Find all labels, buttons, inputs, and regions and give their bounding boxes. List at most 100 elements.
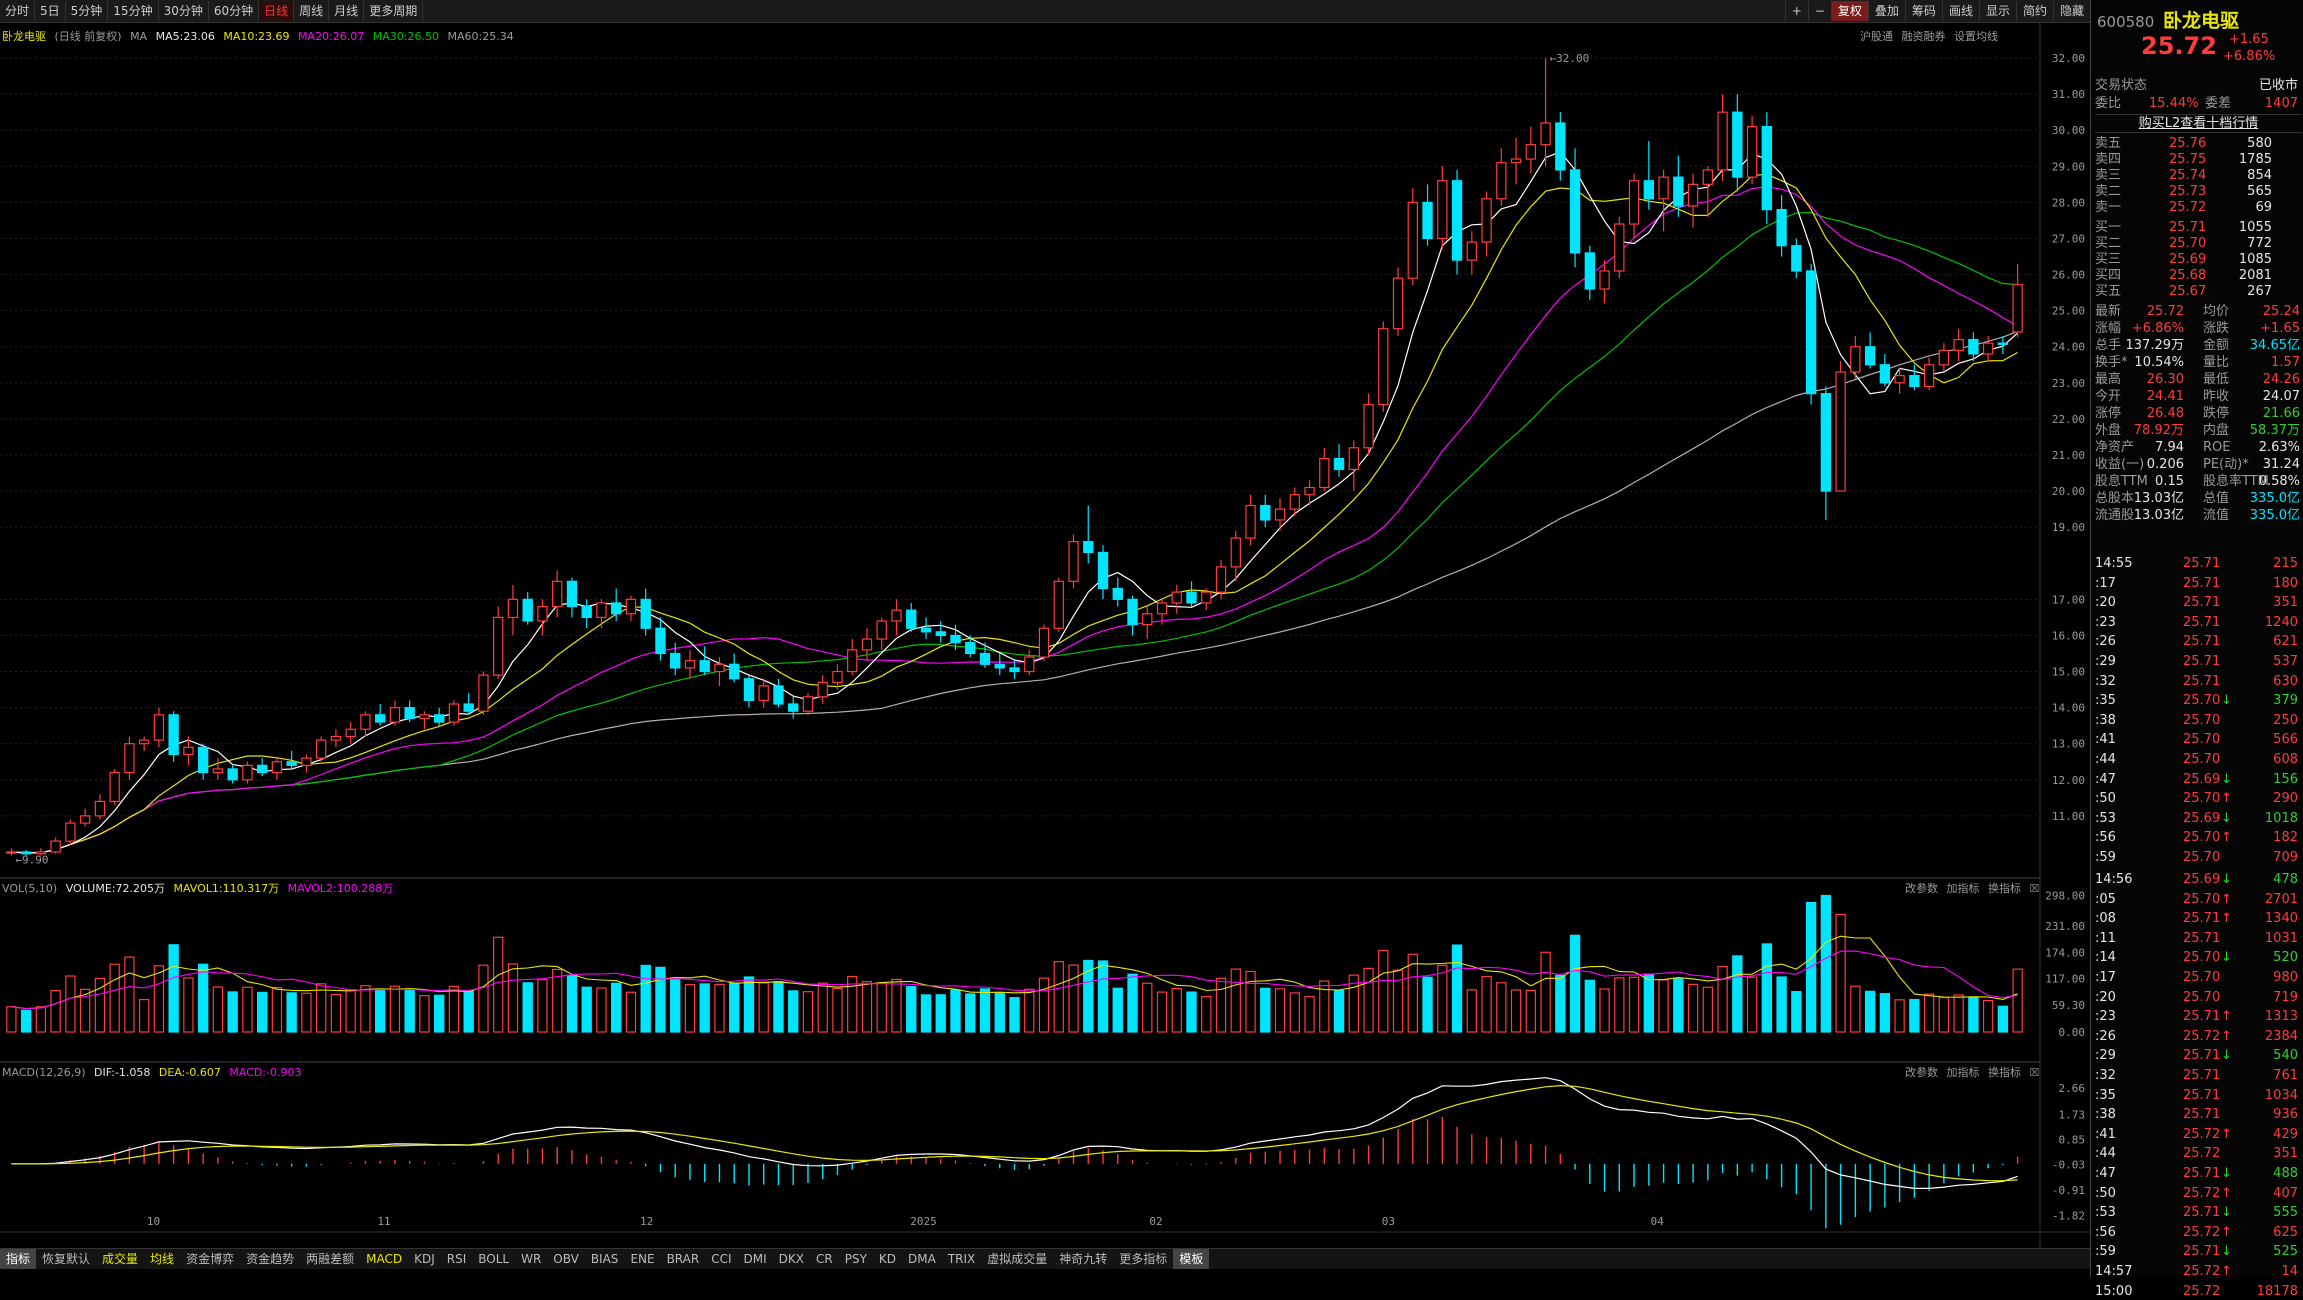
period-tab-15min[interactable]: 15分钟 [108,1,159,21]
tab-kdj[interactable]: KDJ [408,1249,441,1269]
candle [448,700,460,726]
date-axis: 10 11 12 2025 02 03 04 [147,1215,1664,1228]
tab-reset-default[interactable]: 恢复默认 [36,1249,96,1269]
display-button[interactable]: 显示 [1978,1,2016,21]
vol-switch-indicator-button[interactable]: 换指标 [1988,882,2021,895]
tab-fund-trend[interactable]: 资金趋势 [240,1249,300,1269]
tab-volume[interactable]: 成交量 [96,1249,144,1269]
tick-row: :59 25.70 709 [2095,849,2302,866]
volume-bar [1968,996,1979,1033]
macd-switch-indicator-button[interactable]: 换指标 [1988,1066,2021,1079]
tick-time: :14 [2095,950,2116,966]
tab-template[interactable]: 模板 [1173,1249,1210,1269]
tab-magic-nine[interactable]: 神奇九转 [1053,1249,1113,1269]
zoom-in-button[interactable]: + [1784,1,1808,21]
candle-body [655,627,666,655]
stat-value: 24.41 [2146,389,2184,404]
tab-psy[interactable]: PSY [839,1249,873,1269]
tick-volume: 478 [2273,871,2298,887]
vol-edit-params-button[interactable]: 改参数 [1905,882,1938,895]
tab-dma[interactable]: DMA [902,1249,942,1269]
tick-price: 25.71 [2183,930,2221,946]
candle [65,819,76,845]
overlay-button[interactable]: 叠加 [1867,1,1905,21]
close-icon[interactable]: ☒ [2030,882,2040,895]
candle [802,693,814,715]
candle-body [94,800,106,817]
tab-fund-game[interactable]: 资金博弈 [180,1249,240,1269]
stat-label: 昨收 [2203,389,2230,404]
volume-bar [1215,977,1227,1033]
tab-macd[interactable]: MACD [360,1249,408,1269]
adjust-button[interactable]: 复权 [1830,1,1868,21]
tick-arrow: ↑ [2221,1009,2232,1025]
period-tab-daily[interactable]: 日线 [259,1,295,21]
draw-line-button[interactable]: 画线 [1941,1,1979,21]
candle-body [256,764,268,774]
ask-price: 25.74 [2169,168,2207,183]
period-tab-intraday[interactable]: 分时 [0,1,36,21]
tick-price: 25.70 [2183,791,2221,807]
period-tab-monthly[interactable]: 月线 [329,1,365,21]
period-tab-30min[interactable]: 30分钟 [159,1,209,21]
volume-bar [935,994,946,1033]
tab-ma[interactable]: 均线 [144,1249,180,1269]
tick-row: 15:00 25.72 18178 [2095,1283,2302,1300]
hide-button[interactable]: 隐藏 [2052,1,2090,21]
candle [1481,191,1492,257]
tab-ene[interactable]: ENE [624,1249,660,1269]
tab-dkx[interactable]: DKX [773,1249,810,1269]
zoom-out-button[interactable]: − [1807,1,1831,21]
kline-chart[interactable]: 32.00 31.00 30.00 29.00 28.00 27.00 26.00 25.00… [0,22,2090,1248]
period-tab-more[interactable]: 更多周期 [364,1,424,21]
macd-add-indicator-button[interactable]: 加指标 [1947,1066,1980,1079]
tick-time: 14:57 [2095,1264,2133,1279]
period-tab-weekly[interactable]: 周线 [294,1,330,21]
simple-button[interactable]: 简约 [2015,1,2053,21]
candle-body [1746,126,1758,178]
tab-obv[interactable]: OBV [547,1249,585,1269]
tick-time: :44 [2095,1146,2116,1162]
tab-margin-diff[interactable]: 两融差额 [300,1249,360,1269]
candle-body [1201,591,1212,604]
volume-bar [1923,993,1935,1033]
tab-brar[interactable]: BRAR [661,1249,706,1269]
stock-code: 600580 [2097,13,2155,31]
l2-link-text[interactable]: 购买L2查看十档行情 [2139,116,2259,131]
candle-body [950,634,961,644]
vol-add-indicator-button[interactable]: 加指标 [1947,882,1980,895]
period-tab-60min[interactable]: 60分钟 [209,1,260,21]
volume-bar [153,965,165,1033]
volume-bar [345,989,356,1033]
l2-link[interactable]: 购买L2查看十档行情 [2095,114,2302,133]
macd-header: MACD(12,26,9) DIF:-1.058 DEA:-0.607 MACD… [2,1064,306,1082]
tab-indicators[interactable]: 指标 [0,1249,37,1269]
tab-more-indicators[interactable]: 更多指标 [1113,1249,1173,1269]
chips-button[interactable]: 筹码 [1904,1,1942,21]
close-icon[interactable]: ☒ [2030,1066,2040,1079]
candle-body [463,703,474,712]
tab-bias[interactable]: BIAS [585,1249,625,1269]
period-tab-5day[interactable]: 5日 [35,1,66,21]
tab-cci[interactable]: CCI [705,1249,737,1269]
candle [109,768,120,806]
tick-row: :20 25.71 351 [2095,594,2302,611]
tab-cr[interactable]: CR [810,1249,839,1269]
price-tick-label: 29.00 [2052,160,2085,173]
tick-time: :17 [2095,970,2116,985]
candle [434,707,445,726]
tab-rsi[interactable]: RSI [441,1249,473,1269]
tab-kd[interactable]: KD [873,1249,902,1269]
stat-row: 最新 25.72 均价 25.24 [2095,303,2302,320]
macd-edit-params-button[interactable]: 改参数 [1905,1066,1938,1079]
volume-bar [1776,976,1787,1033]
volume-bar [950,989,961,1033]
tab-wr[interactable]: WR [515,1249,547,1269]
candle [1422,184,1433,246]
tab-dmi[interactable]: DMI [738,1249,773,1269]
tab-trix[interactable]: TRIX [942,1249,981,1269]
period-tab-5min[interactable]: 5分钟 [66,1,109,21]
tab-boll[interactable]: BOLL [472,1249,515,1269]
tab-virtual-volume[interactable]: 虚拟成交量 [981,1249,1053,1269]
candle [1643,141,1655,210]
